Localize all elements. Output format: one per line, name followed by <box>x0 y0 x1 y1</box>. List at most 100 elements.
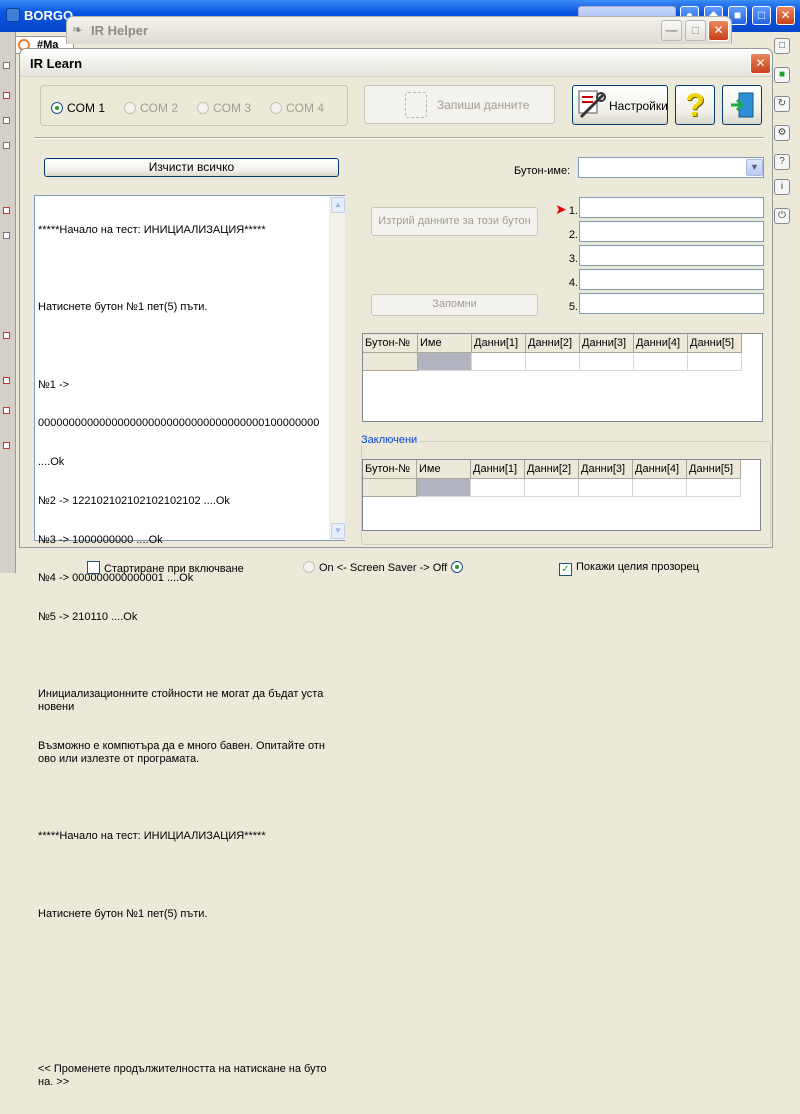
grid-cell[interactable] <box>580 353 634 371</box>
log-textbox[interactable]: *****Начало на тест: ИНИЦИАЛИЗАЦИЯ***** … <box>34 195 345 1088</box>
radio-icon <box>197 102 209 114</box>
grid-header-cell[interactable]: Бутон-№ <box>363 334 418 353</box>
grid-cell[interactable] <box>633 479 687 497</box>
ir-learn-close-button[interactable]: ✕ <box>750 53 771 74</box>
grid-cell[interactable] <box>688 353 742 371</box>
top-divider <box>34 137 764 139</box>
grid-header-cell[interactable]: Данни[3] <box>580 334 634 353</box>
settings-button[interactable]: Настройки <box>572 85 668 125</box>
background-app-maximize-button[interactable]: □ <box>752 6 771 25</box>
tree-node <box>3 377 10 384</box>
com-port-label: COM 1 <box>67 101 106 115</box>
save-data-button[interactable]: Запиши данните <box>364 85 555 124</box>
grid-header-cell[interactable]: Данни[1] <box>472 334 526 353</box>
com-port-3-radio[interactable]: COM 3 <box>197 101 251 115</box>
tree-node <box>3 442 10 449</box>
tree-node <box>3 62 10 69</box>
slot-label: 1. <box>568 205 578 217</box>
ir-learn-titlebar[interactable]: IR Learn ✕ <box>20 49 772 77</box>
grid-header-cell[interactable]: Данни[5] <box>687 460 741 479</box>
grid-cell[interactable] <box>418 353 472 371</box>
chevron-down-icon[interactable]: ▼ <box>746 159 763 176</box>
log-line: Инициализационните стойности не могат да… <box>38 688 324 714</box>
grid-header-cell[interactable]: Данни[4] <box>633 460 687 479</box>
com-port-4-radio[interactable]: COM 4 <box>270 101 324 115</box>
data-slot-4-field[interactable] <box>579 269 764 290</box>
grid-cell[interactable] <box>634 353 688 371</box>
grid-row-header[interactable] <box>363 479 417 497</box>
grid-cell[interactable] <box>687 479 741 497</box>
ir-helper-remote-icon: ❧ <box>72 22 83 37</box>
toolbar-green-icon[interactable]: ■ <box>774 67 790 83</box>
remember-button[interactable]: Запомни <box>371 294 538 316</box>
grid-cell[interactable] <box>525 479 579 497</box>
grid-header-cell[interactable]: Данни[5] <box>688 334 742 353</box>
grid-cell[interactable] <box>471 479 525 497</box>
data-slot-5-field[interactable] <box>579 293 764 314</box>
ir-helper-minimize-button[interactable]: — <box>661 20 682 41</box>
com-port-label: COM 3 <box>213 101 252 115</box>
grid-cell[interactable] <box>417 479 471 497</box>
ir-helper-title: IR Helper <box>91 23 149 38</box>
toolbar-refresh-icon[interactable]: ↻ <box>774 96 790 112</box>
background-app-close-button[interactable]: ✕ <box>776 6 795 25</box>
toolbar-info-icon[interactable]: i <box>774 179 790 195</box>
save-data-label: Запиши данните <box>437 98 530 112</box>
grid-header-cell[interactable]: Име <box>417 460 471 479</box>
settings-label: Настройки <box>609 99 668 113</box>
locked-grid[interactable]: Бутон-№ Име Данни[1] Данни[2] Данни[3] Д… <box>362 459 761 531</box>
log-line: №3 -> 1000000000 ....Ok <box>38 533 163 546</box>
button-name-label: Бутон-име: <box>514 165 571 177</box>
grid-cell[interactable] <box>526 353 580 371</box>
grid-header-cell[interactable]: Име <box>418 334 472 353</box>
radio-icon <box>270 102 282 114</box>
startup-label: Стартиране при включване <box>104 563 244 575</box>
com-port-1-radio[interactable]: COM 1 <box>51 101 105 115</box>
tree-node <box>3 207 10 214</box>
grid-header-cell[interactable]: Данни[2] <box>526 334 580 353</box>
button-name-combobox[interactable]: ▼ <box>578 157 764 178</box>
radio-selected-icon <box>451 561 464 573</box>
toolbar-help-icon[interactable]: ? <box>774 154 790 170</box>
log-line: №2 -> 12210210210210210210​2 ....Ok <box>38 494 230 507</box>
scroll-up-arrow-icon[interactable]: ▲ <box>331 197 345 213</box>
grid-header-cell[interactable]: Бутон-№ <box>363 460 417 479</box>
log-line: Натиснете бутон №1 пет(5) пъти. <box>38 301 208 314</box>
ir-helper-bottom-bar: Стартиране при включване On <- Screen Sa… <box>19 548 769 576</box>
screensaver-radio-group[interactable]: On <- Screen Saver -> Off <box>303 561 467 574</box>
grid-header-cell[interactable]: Данни[1] <box>471 460 525 479</box>
show-full-window-checkbox[interactable]: ✓ Покажи целия прозорец <box>559 561 699 576</box>
exit-button[interactable] <box>722 85 762 125</box>
log-scrollbar[interactable]: ▲ ▼ <box>329 196 345 540</box>
grid-header-cell[interactable]: Данни[4] <box>634 334 688 353</box>
grid-header-cell[interactable]: Данни[3] <box>579 460 633 479</box>
log-text: *****Начало на тест: ИНИЦИАЛИЗАЦИЯ***** … <box>38 198 328 1114</box>
help-button[interactable]: ? <box>675 85 715 125</box>
data-slot-3-field[interactable] <box>579 245 764 266</box>
grid-cell[interactable] <box>579 479 633 497</box>
data-slot-1-field[interactable] <box>579 197 764 218</box>
toolbar-square-icon[interactable]: □ <box>774 38 790 54</box>
ir-helper-close-button[interactable]: ✕ <box>708 20 729 41</box>
scroll-down-arrow-icon[interactable]: ▼ <box>331 523 345 539</box>
data-slot-2-field[interactable] <box>579 221 764 242</box>
buttons-grid[interactable]: Бутон-№ Име Данни[1] Данни[2] Данни[3] Д… <box>362 333 763 422</box>
toolbar-settings-icon[interactable]: ⚙ <box>774 125 790 141</box>
ir-helper-maximize-button[interactable]: □ <box>685 20 706 41</box>
ir-helper-titlebar[interactable]: ❧ IR Helper — □ ✕ <box>66 16 732 44</box>
clear-all-button[interactable]: Изчисти всичко <box>44 158 339 177</box>
grid-cell[interactable] <box>472 353 526 371</box>
ir-learn-dialog: IR Learn ✕ COM 1 COM 2 COM 3 COM 4 Запиш… <box>19 48 773 1088</box>
toolbar-power-icon[interactable]: ⏻ <box>774 208 790 224</box>
com-port-2-radio[interactable]: COM 2 <box>124 101 178 115</box>
log-line: Възможно е компютъра да е много бавен. О… <box>38 740 325 765</box>
grid-row-header[interactable] <box>363 353 418 371</box>
delete-button-data-button[interactable]: Изтрий данните за този бутон <box>371 207 538 236</box>
question-mark-icon: ? <box>685 87 705 123</box>
grid-header-cell[interactable]: Данни[2] <box>525 460 579 479</box>
